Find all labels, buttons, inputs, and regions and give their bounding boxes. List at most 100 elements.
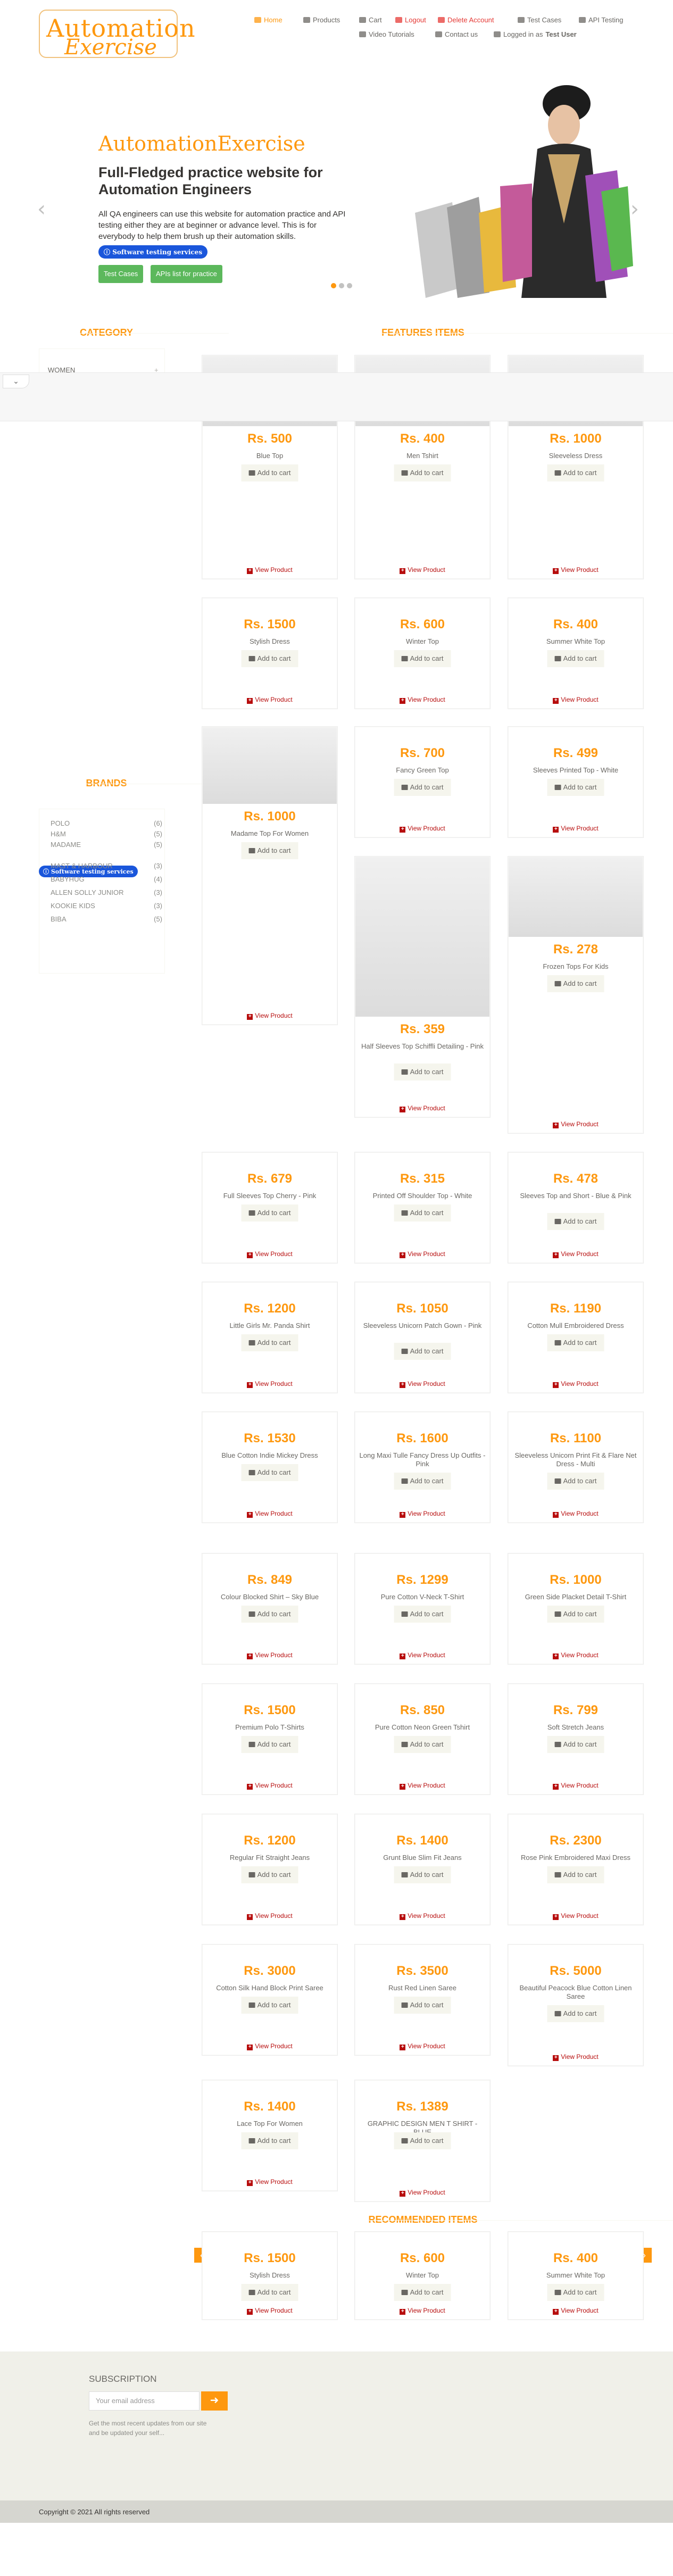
product-image[interactable]: [355, 857, 489, 1017]
add-to-cart-button[interactable]: Add to cart: [547, 2005, 604, 2022]
view-product-link[interactable]: View Product: [355, 2042, 489, 2050]
nav-logout[interactable]: Logout: [395, 16, 426, 24]
add-to-cart-button[interactable]: Add to cart: [547, 1473, 604, 1490]
view-product-link[interactable]: View Product: [509, 1510, 643, 1518]
brand-item[interactable]: Babyhug (4): [51, 875, 162, 883]
view-product-link[interactable]: View Product: [509, 1912, 643, 1920]
add-to-cart-button[interactable]: Add to cart: [241, 1606, 298, 1623]
view-product-link[interactable]: View Product: [509, 1250, 643, 1258]
add-to-cart-button[interactable]: Add to cart: [394, 2132, 451, 2149]
add-to-cart-button[interactable]: Add to cart: [241, 1736, 298, 1753]
add-to-cart-button[interactable]: Add to cart: [394, 1866, 451, 1883]
view-product-link[interactable]: View Product: [355, 2189, 489, 2197]
subscribe-email-input[interactable]: Your email address: [89, 2391, 200, 2411]
slider-dot-3[interactable]: [347, 283, 352, 288]
view-product-link[interactable]: View Product: [355, 1912, 489, 1920]
add-to-cart-button[interactable]: Add to cart: [241, 1204, 298, 1221]
view-product-link[interactable]: View Product: [203, 1782, 337, 1790]
add-to-cart-button[interactable]: Add to cart: [547, 2284, 604, 2301]
brand-item[interactable]: Madame (5): [51, 841, 162, 849]
add-to-cart-button[interactable]: Add to cart: [547, 779, 604, 796]
view-product-link[interactable]: View Product: [509, 2307, 643, 2315]
add-to-cart-button[interactable]: Add to cart: [394, 1343, 451, 1360]
nav-home[interactable]: Home: [254, 16, 283, 24]
view-product-link[interactable]: View Product: [355, 2307, 489, 2315]
product-image[interactable]: [509, 857, 643, 937]
view-product-link[interactable]: View Product: [203, 1380, 337, 1388]
add-to-cart-button[interactable]: Add to cart: [241, 464, 298, 481]
add-to-cart-button[interactable]: Add to cart: [547, 1736, 604, 1753]
add-to-cart-button[interactable]: Add to cart: [394, 1736, 451, 1753]
add-to-cart-button[interactable]: Add to cart: [241, 842, 298, 859]
add-to-cart-button[interactable]: Add to cart: [394, 1204, 451, 1221]
add-to-cart-button[interactable]: Add to cart: [394, 1997, 451, 2014]
view-product-link[interactable]: View Product: [509, 696, 643, 704]
view-product-link[interactable]: View Product: [509, 566, 643, 574]
nav-test-cases[interactable]: Test Cases: [518, 16, 561, 24]
view-product-link[interactable]: View Product: [509, 1120, 643, 1128]
add-to-cart-button[interactable]: Add to cart: [241, 650, 298, 667]
view-product-link[interactable]: View Product: [509, 1651, 643, 1659]
view-product-link[interactable]: View Product: [203, 2307, 337, 2315]
add-to-cart-button[interactable]: Add to cart: [394, 650, 451, 667]
slider-dot-1[interactable]: [331, 283, 336, 288]
add-to-cart-button[interactable]: Add to cart: [394, 779, 451, 796]
view-product-link[interactable]: View Product: [509, 2053, 643, 2061]
brand-item[interactable]: Mast & Harbour (3): [51, 862, 162, 870]
nav-api-testing[interactable]: API Testing: [579, 16, 624, 24]
apis-list-button[interactable]: APIs list for practice: [151, 265, 222, 283]
view-product-link[interactable]: View Product: [509, 1380, 643, 1388]
chevron-down-icon[interactable]: ⌄: [3, 375, 29, 388]
test-cases-button[interactable]: Test Cases: [98, 265, 144, 283]
add-to-cart-button[interactable]: Add to cart: [394, 1063, 451, 1081]
view-product-link[interactable]: View Product: [203, 1510, 337, 1518]
product-image[interactable]: [203, 727, 337, 804]
view-product-link[interactable]: View Product: [355, 1510, 489, 1518]
add-to-cart-button[interactable]: Add to cart: [547, 975, 604, 992]
slider-prev-arrow[interactable]: ‹: [37, 197, 46, 221]
nav-video-tutorials[interactable]: Video Tutorials: [359, 30, 414, 38]
view-product-link[interactable]: View Product: [203, 2042, 337, 2050]
view-product-link[interactable]: View Product: [355, 566, 489, 574]
nav-contact[interactable]: Contact us: [435, 30, 478, 38]
view-product-link[interactable]: View Product: [355, 1250, 489, 1258]
view-product-link[interactable]: View Product: [355, 696, 489, 704]
brand-item[interactable]: Kookie Kids (3): [51, 902, 162, 910]
view-product-link[interactable]: View Product: [203, 566, 337, 574]
nav-products[interactable]: Products: [303, 16, 340, 24]
add-to-cart-button[interactable]: Add to cart: [394, 464, 451, 481]
add-to-cart-button[interactable]: Add to cart: [394, 2284, 451, 2301]
view-product-link[interactable]: View Product: [509, 1782, 643, 1790]
add-to-cart-button[interactable]: Add to cart: [241, 2284, 298, 2301]
subscribe-button[interactable]: ➜: [201, 2391, 228, 2411]
add-to-cart-button[interactable]: Add to cart: [241, 1464, 298, 1481]
view-product-link[interactable]: View Product: [509, 825, 643, 833]
add-to-cart-button[interactable]: Add to cart: [547, 1606, 604, 1623]
add-to-cart-button[interactable]: Add to cart: [241, 1997, 298, 2014]
brand-item[interactable]: Polo (6): [51, 819, 162, 827]
add-to-cart-button[interactable]: Add to cart: [394, 1473, 451, 1490]
brand-item[interactable]: Allen Solly Junior (3): [51, 888, 162, 896]
view-product-link[interactable]: View Product: [355, 1104, 489, 1112]
add-to-cart-button[interactable]: Add to cart: [547, 1334, 604, 1351]
add-to-cart-button[interactable]: Add to cart: [547, 650, 604, 667]
view-product-link[interactable]: View Product: [203, 696, 337, 704]
nav-delete-account[interactable]: Delete Account: [438, 16, 494, 24]
view-product-link[interactable]: View Product: [203, 1250, 337, 1258]
brand-item[interactable]: Biba (5): [51, 915, 162, 923]
site-logo[interactable]: Automation Exercise: [39, 10, 195, 60]
software-testing-pill[interactable]: ⓘ Software testing services: [98, 245, 208, 259]
view-product-link[interactable]: View Product: [355, 825, 489, 833]
add-to-cart-button[interactable]: Add to cart: [241, 2132, 298, 2149]
view-product-link[interactable]: View Product: [355, 1782, 489, 1790]
view-product-link[interactable]: View Product: [355, 1651, 489, 1659]
view-product-link[interactable]: View Product: [203, 1912, 337, 1920]
view-product-link[interactable]: View Product: [203, 1012, 337, 1020]
add-to-cart-button[interactable]: Add to cart: [241, 1334, 298, 1351]
view-product-link[interactable]: View Product: [203, 1651, 337, 1659]
view-product-link[interactable]: View Product: [355, 1380, 489, 1388]
brand-item[interactable]: H&M (5): [51, 830, 162, 838]
add-to-cart-button[interactable]: Add to cart: [241, 1866, 298, 1883]
add-to-cart-button[interactable]: Add to cart: [547, 1213, 604, 1230]
nav-cart[interactable]: Cart: [359, 16, 382, 24]
